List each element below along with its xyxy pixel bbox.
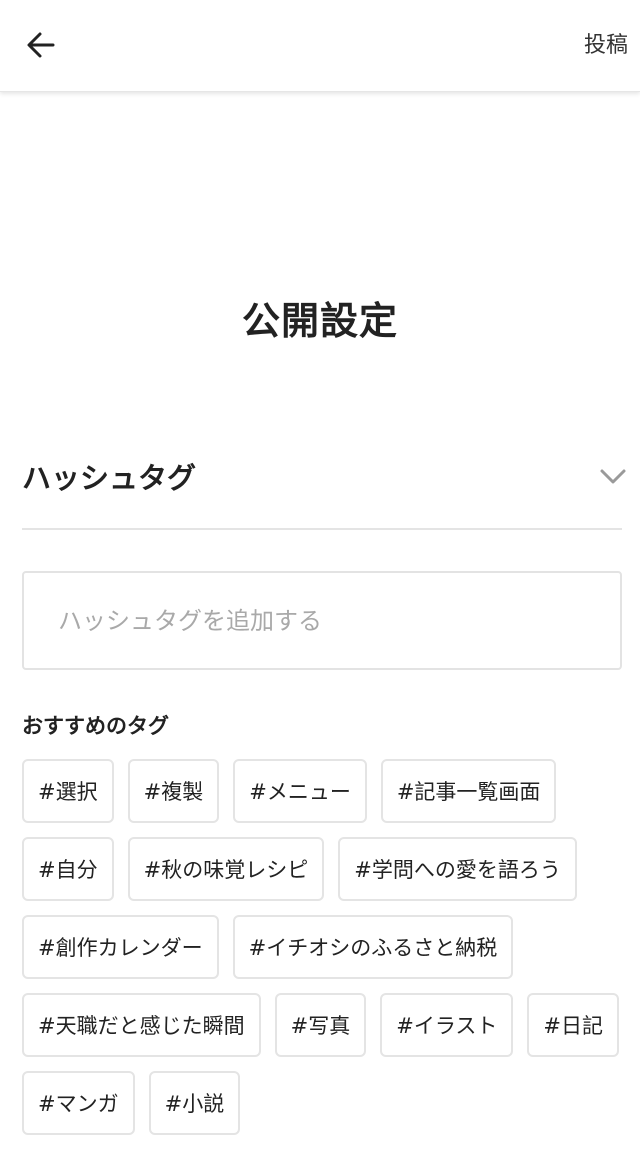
chevron-down-icon	[598, 461, 628, 491]
hashtag-section-title: ハッシュタグ	[22, 461, 197, 495]
tag-chip[interactable]: #イラスト	[380, 993, 514, 1057]
tag-chip[interactable]: #学問への愛を語ろう	[338, 837, 577, 901]
hashtag-input[interactable]	[22, 571, 622, 670]
tag-chip[interactable]: #創作カレンダー	[22, 915, 219, 979]
tag-chip[interactable]: #小説	[148, 1071, 241, 1135]
tag-chip[interactable]: #記事一覧画面	[380, 759, 557, 823]
tag-chip[interactable]: #自分	[22, 837, 114, 901]
tag-chip[interactable]: #日記	[527, 993, 620, 1057]
hashtag-section-toggle[interactable]: ハッシュタグ	[22, 448, 628, 504]
recommended-tags-list: #選択 #複製 #メニュー #記事一覧画面 #自分 #秋の味覚レシピ #学問への…	[22, 759, 622, 1135]
tag-chip[interactable]: #マンガ	[22, 1071, 135, 1135]
back-button[interactable]	[16, 20, 66, 70]
section-divider	[22, 528, 622, 530]
tag-chip[interactable]: #イチオシのふるさと納税	[232, 915, 514, 979]
tag-chip[interactable]: #選択	[22, 759, 114, 823]
tag-chip[interactable]: #天職だと感じた瞬間	[22, 993, 261, 1057]
recommended-tags-title: おすすめのタグ	[22, 714, 169, 738]
page-title: 公開設定	[241, 299, 398, 343]
header-bar: 投稿	[0, 0, 640, 92]
tag-chip[interactable]: #写真	[274, 993, 367, 1057]
page: 投稿 公開設定 ハッシュタグ おすすめのタグ #選択 #複製 #メニュー #記事…	[0, 0, 640, 1168]
arrow-left-icon	[27, 32, 55, 58]
tag-chip[interactable]: #複製	[127, 759, 220, 823]
tag-chip[interactable]: #秋の味覚レシピ	[127, 837, 325, 901]
tag-chip[interactable]: #メニュー	[233, 759, 367, 823]
post-button[interactable]: 投稿	[584, 26, 628, 66]
